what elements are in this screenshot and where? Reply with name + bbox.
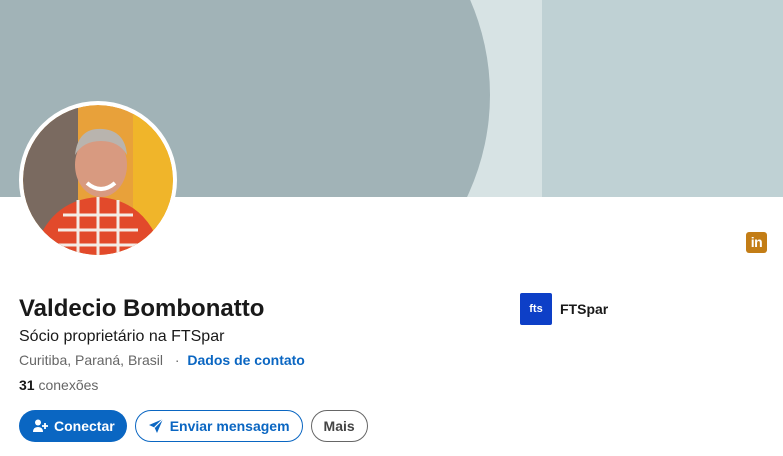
profile-actions: Conectar Enviar mensagem Mais <box>19 410 368 442</box>
profile-avatar[interactable] <box>19 101 177 259</box>
current-company[interactable]: fts FTSpar <box>520 293 608 325</box>
connect-button[interactable]: Conectar <box>19 410 127 442</box>
send-message-button[interactable]: Enviar mensagem <box>134 410 303 442</box>
location-separator: · <box>174 352 180 368</box>
connections-number: 31 <box>19 377 35 393</box>
avatar-photo <box>23 105 173 255</box>
more-label: Mais <box>323 418 355 434</box>
connections-label: conexões <box>38 377 99 393</box>
linkedin-icon: in <box>746 232 767 253</box>
connect-label: Conectar <box>54 418 115 434</box>
send-message-label: Enviar mensagem <box>169 418 290 434</box>
add-person-icon <box>32 418 48 434</box>
company-logo: fts <box>520 293 552 325</box>
profile-name: Valdecio Bombonatto <box>19 295 265 322</box>
profile-headline: Sócio proprietário na FTSpar <box>19 328 225 345</box>
company-logo-text: fts <box>529 303 543 315</box>
company-name: FTSpar <box>560 301 609 317</box>
more-button[interactable]: Mais <box>310 410 368 442</box>
profile-location: Curitiba, Paraná, Brasil <box>19 352 163 368</box>
connections-count[interactable]: 31 conexões <box>19 377 98 393</box>
location-row: Curitiba, Paraná, Brasil · Dados de cont… <box>19 352 305 368</box>
send-icon <box>148 418 164 434</box>
contact-info-link[interactable]: Dados de contato <box>187 352 304 368</box>
